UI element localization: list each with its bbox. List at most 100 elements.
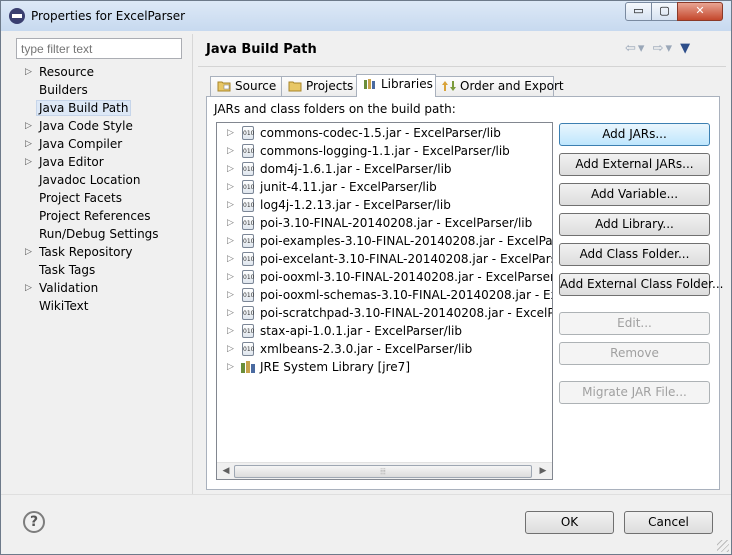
resize-grip[interactable] [717,540,729,552]
tab-projects[interactable]: Projects [281,76,357,96]
expand-arrow-icon[interactable]: ▷ [25,279,32,297]
nav-item[interactable]: Javadoc Location [15,171,195,189]
maximize-button[interactable]: ▢ [651,2,678,21]
expand-arrow-icon[interactable]: ▷ [25,135,32,153]
nav-item[interactable]: Java Build Path [15,99,195,117]
expand-arrow-icon[interactable]: ▷ [227,250,234,268]
library-row[interactable]: ▷ 010 stax-api-1.0.1.jar - ExcelParser/lib [217,322,552,340]
library-row[interactable]: ▷ 010 poi-examples-3.10-FINAL-20140208.jar… [217,232,552,250]
library-label: junit-4.11.jar - ExcelParser/lib [260,180,437,194]
add-external-class-folder-button[interactable]: Add External Class Folder... [559,273,723,296]
nav-item[interactable]: ▷ Java Compiler [15,135,195,153]
expand-arrow-icon[interactable]: ▷ [227,286,234,304]
jar-icon: 010 [242,234,254,248]
nav-item[interactable]: Builders [15,81,195,99]
add-class-folder-button[interactable]: Add Class Folder... [559,243,710,266]
add-library-button[interactable]: Add Library... [559,213,710,236]
expand-arrow-icon[interactable]: ▷ [227,124,234,142]
expand-arrow-icon[interactable]: ▷ [227,322,234,340]
nav-item[interactable]: ▷ Task Repository [15,243,195,261]
expand-arrow-icon[interactable]: ▷ [227,232,234,250]
edit-button[interactable]: Edit... [559,312,710,335]
jar-icon: 010 [242,198,254,212]
help-icon[interactable]: ? [23,511,45,533]
jar-icon: 010 [242,306,254,320]
scroll-thumb[interactable]: ⦙⦙⦙ [234,465,532,478]
close-button[interactable]: ✕ [677,2,723,21]
source-folder-icon [217,81,231,92]
library-row[interactable]: ▷ JRE System Library [jre7] [217,358,552,376]
history-nav: ⇦▾ ⇨▾ ▼ [625,41,692,56]
expand-arrow-icon[interactable]: ▷ [227,214,234,232]
expand-arrow-icon[interactable]: ▷ [227,178,234,196]
view-menu-icon[interactable]: ▼ [680,41,692,56]
footer-divider [1,494,731,495]
forward-dropdown-icon[interactable]: ▾ [665,41,674,56]
library-row[interactable]: ▷ 010 commons-codec-1.5.jar - ExcelParser/… [217,124,552,142]
expand-arrow-icon[interactable]: ▷ [25,63,32,81]
nav-item[interactable]: ▷ Validation [15,279,195,297]
expand-arrow-icon[interactable]: ▷ [25,117,32,135]
library-row[interactable]: ▷ 010 poi-excelant-3.10-FINAL-20140208.jar… [217,250,552,268]
cancel-button[interactable]: Cancel [624,511,713,534]
sash-divider[interactable] [192,34,193,494]
library-row[interactable]: ▷ 010 xmlbeans-2.3.0.jar - ExcelParser/lib [217,340,552,358]
back-arrow-icon[interactable]: ⇦ [625,41,638,56]
library-row[interactable]: ▷ 010 poi-scratchpad-3.10-FINAL-20140208.j… [217,304,552,322]
nav-item[interactable]: Task Tags [15,261,195,279]
jar-icon: 010 [242,270,254,284]
library-label: poi-examples-3.10-FINAL-20140208.jar - E… [260,234,553,248]
back-dropdown-icon[interactable]: ▾ [638,41,647,56]
add-external-jars-button[interactable]: Add External JARs... [559,153,710,176]
nav-item[interactable]: WikiText [15,297,195,315]
library-row[interactable]: ▷ 010 log4j-1.2.13.jar - ExcelParser/lib [217,196,552,214]
nav-item[interactable]: ▷ Resource [15,63,195,81]
jar-icon: 010 [242,144,254,158]
expand-arrow-icon[interactable]: ▷ [227,358,234,376]
add-jars-button[interactable]: Add JARs... [559,123,710,146]
nav-item[interactable]: ▷ Java Code Style [15,117,195,135]
jar-icon: 010 [242,324,254,338]
header-divider [198,66,726,67]
remove-button[interactable]: Remove [559,342,710,365]
library-row[interactable]: ▷ 010 poi-ooxml-schemas-3.10-FINAL-2014020… [217,286,552,304]
title-bar[interactable]: Properties for ExcelParser ▭ ▢ ✕ [1,1,731,31]
library-row[interactable]: ▷ 010 dom4j-1.6.1.jar - ExcelParser/lib [217,160,552,178]
nav-item[interactable]: Project References [15,207,195,225]
expand-arrow-icon[interactable]: ▷ [227,304,234,322]
nav-item[interactable]: Project Facets [15,189,195,207]
scroll-left-icon[interactable]: ◀ [219,465,233,478]
library-row[interactable]: ▷ 010 poi-3.10-FINAL-20140208.jar - ExcelP… [217,214,552,232]
library-row[interactable]: ▷ 010 poi-ooxml-3.10-FINAL-20140208.jar - … [217,268,552,286]
expand-arrow-icon[interactable]: ▷ [227,268,234,286]
add-variable-button[interactable]: Add Variable... [559,183,710,206]
tab-order-and-export[interactable]: Order and Export [435,76,564,96]
tab-libraries[interactable]: Libraries [356,74,436,97]
expand-arrow-icon[interactable]: ▷ [227,160,234,178]
nav-item[interactable]: Run/Debug Settings [15,225,195,243]
tab-source[interactable]: Source [210,76,282,96]
library-label: poi-excelant-3.10-FINAL-20140208.jar - E… [260,252,552,266]
minimize-button[interactable]: ▭ [625,2,652,21]
libraries-icon [364,79,375,89]
projects-icon [288,81,302,92]
expand-arrow-icon[interactable]: ▷ [25,153,32,171]
expand-arrow-icon[interactable]: ▷ [227,340,234,358]
library-list[interactable]: ▷ 010 commons-codec-1.5.jar - ExcelParser/… [216,122,553,480]
ok-button[interactable]: OK [525,511,614,534]
library-row[interactable]: ▷ 010 commons-logging-1.1.jar - ExcelParse… [217,142,552,160]
library-row[interactable]: ▷ 010 junit-4.11.jar - ExcelParser/lib [217,178,552,196]
expand-arrow-icon[interactable]: ▷ [227,196,234,214]
jar-icon: 010 [242,252,254,266]
horizontal-scrollbar[interactable]: ◀ ⦙⦙⦙ ▶ [217,462,552,479]
nav-item-label: Java Code Style [39,119,133,133]
expand-arrow-icon[interactable]: ▷ [227,142,234,160]
scroll-right-icon[interactable]: ▶ [536,465,550,478]
nav-item[interactable]: ▷ Java Editor [15,153,195,171]
migrate-jar-button[interactable]: Migrate JAR File... [559,381,710,404]
nav-item-label: Java Editor [39,155,104,169]
library-label: dom4j-1.6.1.jar - ExcelParser/lib [260,162,452,176]
forward-arrow-icon[interactable]: ⇨ [653,41,666,56]
expand-arrow-icon[interactable]: ▷ [25,243,32,261]
filter-input[interactable] [16,38,182,59]
